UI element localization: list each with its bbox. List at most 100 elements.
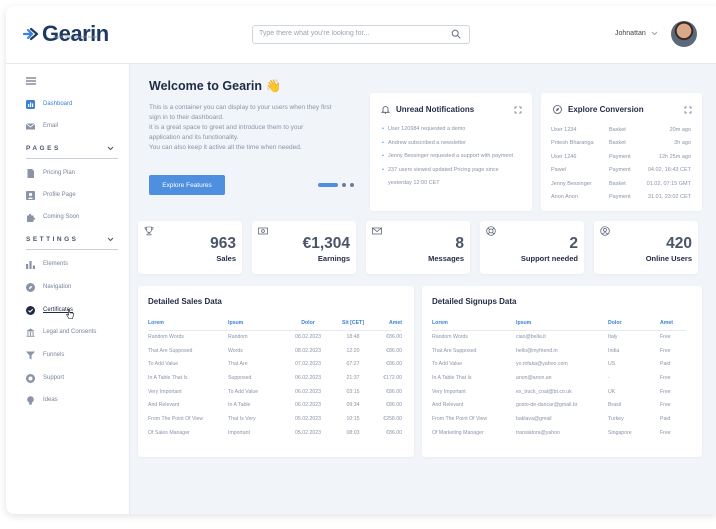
table-cell: Supposed — [228, 374, 252, 381]
section-settings-header[interactable]: SETTINGS — [26, 236, 118, 243]
expand-icon[interactable] — [684, 106, 692, 114]
column-header[interactable]: Lorem — [148, 317, 228, 331]
table-cell: 06.02.2023 — [295, 374, 321, 381]
table-row[interactable]: Pritesh Bharanga Basket 3h ago — [551, 137, 691, 151]
table-cell: - — [608, 374, 610, 381]
table-row[interactable]: To Add Value yo.mfaka@yahoo.com US Paid — [432, 357, 686, 371]
table-cell: Brasil — [608, 402, 621, 409]
search-bar[interactable] — [252, 25, 470, 44]
table-cell: Basket — [609, 180, 626, 187]
notification-item[interactable]: 237 users viewed updated Pricing page si… — [382, 164, 522, 191]
column-header[interactable]: Sit [CET] — [334, 317, 372, 331]
column-header[interactable]: Dolor — [608, 317, 660, 331]
table-cell: €86.00 — [386, 334, 402, 341]
table-cell: Payment — [609, 167, 631, 174]
user-menu[interactable]: Johnattan — [615, 30, 658, 37]
sidebar-item-support[interactable]: Support — [26, 372, 64, 384]
sidebar-item-label: Elements — [43, 261, 69, 267]
sidebar-item-label: Legal and Consents — [43, 329, 97, 335]
avatar[interactable] — [671, 21, 697, 47]
notifications-title: Unread Notifications — [381, 105, 474, 114]
column-header[interactable]: Ipsum — [516, 317, 608, 331]
column-header[interactable]: Amet — [660, 317, 686, 331]
notification-item[interactable]: User 120984 requested a demo — [382, 123, 522, 137]
sidebar-item-navigation[interactable]: Navigation — [26, 281, 71, 293]
table-row[interactable]: That Are Supposed hello@myfriend.in India F… — [432, 344, 686, 358]
sidebar-item-email[interactable]: Email — [26, 120, 58, 132]
welcome-panel: Welcome to Gearin 👋 This is a container … — [149, 79, 349, 153]
sidebar-item-funnels[interactable]: Funnels — [26, 349, 64, 361]
funnel-icon — [26, 351, 35, 359]
signups-data-title: Detailed Signups Data — [432, 297, 517, 306]
column-header[interactable]: Ipsum — [228, 317, 282, 331]
table-cell: 09:34 — [346, 402, 360, 409]
signups-table: Lorem Ipsum Dolor Amet Random Words ciao@… — [432, 317, 686, 440]
table-row[interactable]: And Relevant In A Table 06.02.2023 09:34 €86… — [148, 398, 402, 412]
table-row[interactable]: Random Words ciao@bella.it Italy Free — [432, 330, 686, 344]
carousel-dot-active[interactable] — [318, 183, 338, 187]
table-row[interactable]: In A Table That Is anon@anon.an - Free — [432, 371, 686, 385]
sidebar-item-pricing-plan[interactable]: Pricing Plan — [26, 167, 75, 179]
logo-tagline: Super your product better — [53, 34, 99, 39]
stat-card-support[interactable]: 2 Support needed — [480, 221, 584, 274]
table-cell: 03:15 — [346, 388, 360, 395]
table-row[interactable]: User 1246 Payment 12h 25m ago — [551, 150, 691, 164]
carousel-dots[interactable] — [318, 183, 354, 187]
table-row[interactable]: Jenny Bessinger Basket 01.02, 07:15 GMT — [551, 177, 691, 191]
table-cell: €86.00 — [386, 361, 402, 368]
sidebar-item-coming-soon[interactable]: Coming Soon — [26, 211, 79, 223]
table-cell: yo.mfaka@yahoo.com — [516, 361, 568, 368]
top-bar: Gearin Super your product better Johnatt… — [6, 6, 716, 64]
table-row[interactable]: Random Words Random 08.02.2023 18:48 €86.00 — [148, 330, 402, 344]
stat-card-messages[interactable]: 8 Messages — [366, 221, 470, 274]
stat-card-earnings[interactable]: €1,304 Earnings — [252, 221, 356, 274]
table-cell: From The Point Of View — [432, 415, 488, 422]
carousel-dot[interactable] — [342, 183, 346, 187]
table-cell: Important — [228, 429, 250, 436]
welcome-line: It is a great space to greet and introdu… — [149, 124, 304, 141]
expand-icon[interactable] — [514, 106, 522, 114]
search-icon[interactable] — [451, 29, 461, 39]
table-cell: Payment — [609, 194, 631, 201]
table-row[interactable]: Pawel Payment 04.02, 16:43 CET — [551, 164, 691, 178]
table-cell: Free — [660, 402, 671, 409]
table-row[interactable]: Very Important To Add Value 06.02.2023 03:1… — [148, 385, 402, 399]
stat-card-online-users[interactable]: 420 Online Users — [594, 221, 698, 274]
table-row[interactable]: Of Sales Manager Important 05.02.2023 08:03… — [148, 426, 402, 440]
table-row[interactable]: In A Table That Is Supposed 06.02.2023 21:3… — [148, 371, 402, 385]
notification-item[interactable]: Andrew subscribed a newsletter — [382, 137, 522, 151]
table-row[interactable]: Of Marketing Manager translatora@yahoo Sin… — [432, 426, 686, 440]
sidebar-item-dashboard[interactable]: Dashboard — [26, 98, 72, 110]
sidebar-item-legal-and-consents[interactable]: Legal and Consents — [26, 326, 96, 338]
carousel-dot[interactable] — [350, 183, 354, 187]
table-row[interactable]: User 1234 Basket 20m ago — [551, 123, 691, 137]
table-cell: To Add Value — [432, 361, 463, 368]
sidebar-item-elements[interactable]: Elements — [26, 258, 68, 270]
table-row[interactable]: And Relevant gosto-de-dancar@gmail.br Bras… — [432, 398, 686, 412]
table-row[interactable]: To Add Value That Are 07.02.2023 07:27 €86.0… — [148, 357, 402, 371]
column-header[interactable]: Dolor — [282, 317, 334, 331]
stat-card-sales[interactable]: 963 Sales — [138, 221, 242, 274]
column-header[interactable]: Amet — [372, 317, 402, 331]
sidebar-item-profile-page[interactable]: Profile Page — [26, 189, 76, 201]
table-cell: 10:15 — [346, 415, 360, 422]
table-row[interactable]: From The Point Of View baklava@gmail Turke… — [432, 412, 686, 426]
table-row[interactable]: From The Point Of View That Is Very 05.02.… — [148, 412, 402, 426]
table-row[interactable]: Anon Anon Payment 31.01, 23:02 CET — [551, 191, 691, 205]
sidebar-item-ideas[interactable]: Ideas — [26, 394, 58, 406]
table-cell: Singapore — [608, 429, 632, 436]
notification-item[interactable]: Jenny Bessinger requested a support with… — [382, 150, 522, 164]
section-pages-header[interactable]: PAGES — [26, 145, 118, 152]
hamburger-menu-icon[interactable] — [26, 77, 36, 85]
money-icon — [258, 227, 268, 235]
column-header[interactable]: Lorem — [432, 317, 516, 331]
table-cell: From The Point Of View — [148, 415, 204, 422]
support-icon — [26, 373, 35, 383]
table-cell: Free — [660, 388, 671, 395]
sidebar: Dashboard Email PAGES Pricing Plan Profi… — [6, 64, 130, 514]
table-row[interactable]: Very Important ex_truck_coat@bt.co.uk UK Fr… — [432, 385, 686, 399]
explore-features-button[interactable]: Explore Features — [149, 175, 225, 195]
email-icon — [26, 122, 35, 129]
search-input[interactable] — [259, 30, 439, 37]
table-row[interactable]: That Are Supposed Words 08.02.2023 12:20 €86… — [148, 344, 402, 358]
